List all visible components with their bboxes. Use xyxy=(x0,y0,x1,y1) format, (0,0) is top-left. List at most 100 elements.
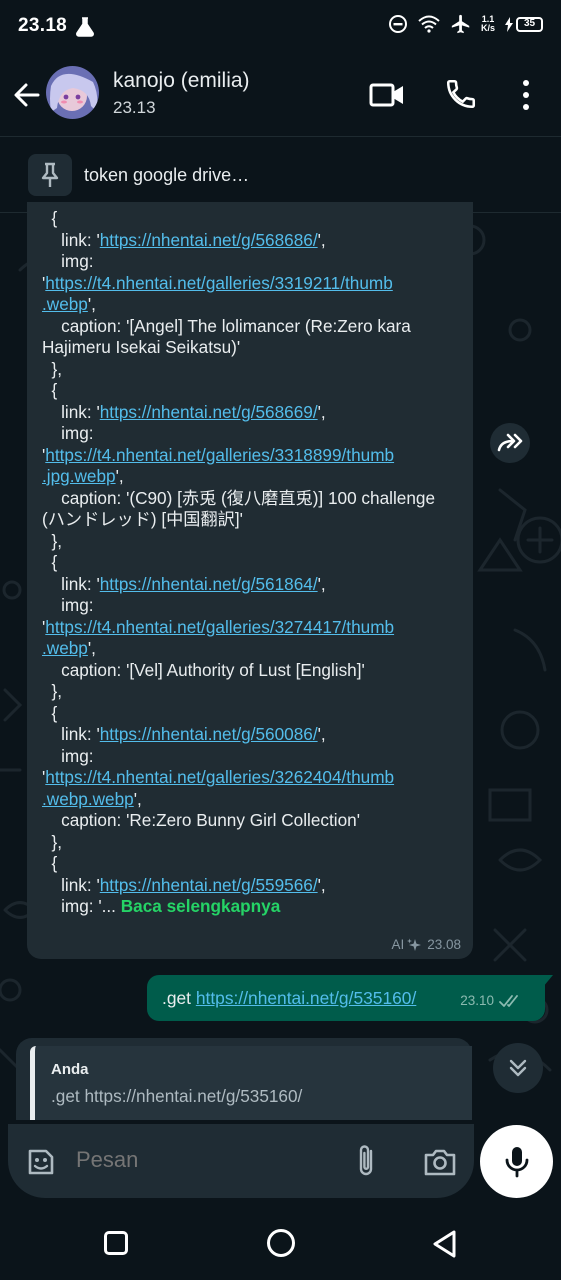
message-text-segment: { xyxy=(42,702,58,723)
message-text-segment: img: xyxy=(42,745,94,766)
message-line: img: xyxy=(42,595,463,617)
message-text-segment: ', xyxy=(317,573,326,594)
message-time: 23.08 xyxy=(427,937,461,952)
message-line: { xyxy=(42,552,463,574)
message-text-segment: caption: 'Re:Zero Bunny Girl Collection' xyxy=(42,810,360,830)
message-line: caption: '(C90) [赤兎 (復八磨直兎)] 100 challen… xyxy=(42,488,463,510)
message-link[interactable]: https://nhentai.net/g/561864/ xyxy=(100,574,318,594)
message-text-segment: Hajimeru Isekai Seikatsu)' xyxy=(42,337,241,357)
message-text-segment: ', xyxy=(317,229,326,250)
message-line: .webp', xyxy=(42,294,463,316)
forward-button[interactable] xyxy=(490,423,530,463)
message-text-segment: }, xyxy=(42,681,63,701)
incoming-message-bubble[interactable]: { link: 'https://nhentai.net/g/568686/',… xyxy=(27,202,473,959)
message-text-segment: ', xyxy=(133,788,142,809)
message-line: img: xyxy=(42,746,463,768)
wifi-icon xyxy=(418,15,440,33)
sparkle-icon xyxy=(407,938,422,951)
back-arrow-icon[interactable] xyxy=(10,78,44,112)
message-text-segment: link: ' xyxy=(42,401,100,422)
speed-unit: K/s xyxy=(480,23,495,33)
message-line: caption: '[Angel] The lolimancer (Re:Zer… xyxy=(42,316,463,338)
message-line: 'https://t4.nhentai.net/galleries/327441… xyxy=(42,617,463,639)
message-text-segment: caption: '(C90) [赤兎 (復八磨直兎)] 100 challen… xyxy=(42,487,436,508)
chat-screen: 23.18 1.1 K/s 35 kanojo (emilia) 23.13 t… xyxy=(0,0,561,1280)
message-link[interactable]: https://nhentai.net/g/568669/ xyxy=(100,402,318,422)
double-check-icon xyxy=(499,994,518,1007)
message-text-segment: link: ' xyxy=(42,229,100,250)
outgoing-message-bubble[interactable]: .get https://nhentai.net/g/535160/ 23.10 xyxy=(147,975,545,1021)
status-time: 23.18 xyxy=(18,15,68,36)
message-line: link: 'https://nhentai.net/g/560086/', xyxy=(42,724,463,746)
message-text-segment: { xyxy=(42,552,58,572)
attach-icon[interactable] xyxy=(352,1143,382,1179)
last-seen-time: 23.13 xyxy=(113,98,156,117)
airplane-mode-icon xyxy=(451,14,470,34)
contact-name[interactable]: kanojo (emilia) xyxy=(113,69,250,93)
message-line: 'https://t4.nhentai.net/galleries/326240… xyxy=(42,767,463,789)
charging-bolt-icon xyxy=(505,16,513,32)
message-link[interactable]: https://t4.nhentai.net/galleries/3262404… xyxy=(45,767,394,787)
message-line: caption: '[Vel] Authority of Lust [Engli… xyxy=(42,660,463,682)
outgoing-meta: 23.10 xyxy=(460,993,523,1008)
message-line: }, xyxy=(42,531,463,553)
message-line: caption: 'Re:Zero Bunny Girl Collection' xyxy=(42,810,463,832)
pin-icon xyxy=(28,154,72,196)
message-link[interactable]: .webp xyxy=(42,294,88,314)
avatar[interactable] xyxy=(46,66,99,119)
reply-author: Anda xyxy=(51,1061,89,1078)
message-link[interactable]: .webp.webp xyxy=(42,789,134,809)
recent-apps-button[interactable] xyxy=(104,1231,128,1255)
outgoing-time: 23.10 xyxy=(460,993,494,1008)
mic-icon xyxy=(505,1146,528,1177)
battery-level: 35 xyxy=(516,16,543,32)
message-link[interactable]: https://nhentai.net/g/560086/ xyxy=(100,724,318,744)
message-text-segment: ', xyxy=(87,294,96,314)
message-text-segment: img: '... xyxy=(42,896,121,916)
message-text: { link: 'https://nhentai.net/g/568686/',… xyxy=(42,208,463,918)
outgoing-message-text: .get https://nhentai.net/g/535160/ xyxy=(162,988,416,1009)
message-link[interactable]: https://nhentai.net/g/559566/ xyxy=(100,875,318,895)
message-text-segment: }, xyxy=(42,530,63,551)
message-line: .webp', xyxy=(42,638,463,660)
outgoing-link[interactable]: https://nhentai.net/g/535160/ xyxy=(196,988,416,1008)
message-line: (ハンドレッド) [中国翻訳]' xyxy=(42,509,463,531)
message-text-segment: img: xyxy=(42,595,94,615)
message-line: img: '... Baca selengkapnya xyxy=(42,896,463,918)
emoji-icon[interactable] xyxy=(24,1145,58,1179)
reply-quote[interactable]: Anda .get https://nhentai.net/g/535160/ xyxy=(30,1046,472,1120)
nav-back-icon[interactable] xyxy=(430,1228,460,1260)
message-line: { xyxy=(42,853,463,875)
message-text-segment: img: xyxy=(42,251,94,271)
message-link[interactable]: .jpg.webp xyxy=(42,466,116,486)
message-input[interactable] xyxy=(76,1147,326,1173)
message-line: img: xyxy=(42,423,463,445)
mic-button[interactable] xyxy=(480,1125,553,1198)
message-line: link: 'https://nhentai.net/g/559566/', xyxy=(42,875,463,897)
do-not-disturb-icon xyxy=(388,15,407,33)
message-line: }, xyxy=(42,832,463,854)
message-line: { xyxy=(42,208,463,230)
more-vertical-icon[interactable] xyxy=(516,77,536,113)
home-button[interactable] xyxy=(267,1229,295,1257)
double-chevron-down-icon xyxy=(509,1059,527,1077)
video-call-icon[interactable] xyxy=(369,78,405,112)
outgoing-prefix: .get xyxy=(162,988,196,1008)
camera-icon[interactable] xyxy=(422,1144,458,1180)
pinned-message-text: token google drive… xyxy=(84,165,250,185)
message-link[interactable]: https://t4.nhentai.net/galleries/3318899… xyxy=(45,445,394,465)
reply-text: .get https://nhentai.net/g/535160/ xyxy=(51,1086,303,1106)
message-text-segment: link: ' xyxy=(42,724,100,744)
message-line: Hajimeru Isekai Seikatsu)' xyxy=(42,337,463,359)
message-composer xyxy=(8,1124,474,1198)
message-link[interactable]: https://t4.nhentai.net/galleries/3319211… xyxy=(45,273,393,293)
read-more-link[interactable]: Baca selengkapnya xyxy=(121,896,281,916)
ai-label: AI xyxy=(391,937,405,952)
network-speed: 1.1 K/s xyxy=(481,15,495,33)
message-link[interactable]: .webp xyxy=(42,638,88,658)
message-line: link: 'https://nhentai.net/g/568686/', xyxy=(42,230,463,252)
message-link[interactable]: https://nhentai.net/g/568686/ xyxy=(100,230,318,250)
scroll-to-bottom-button[interactable] xyxy=(493,1043,543,1093)
phone-icon[interactable] xyxy=(444,76,478,112)
message-link[interactable]: https://t4.nhentai.net/galleries/3274417… xyxy=(45,617,394,637)
